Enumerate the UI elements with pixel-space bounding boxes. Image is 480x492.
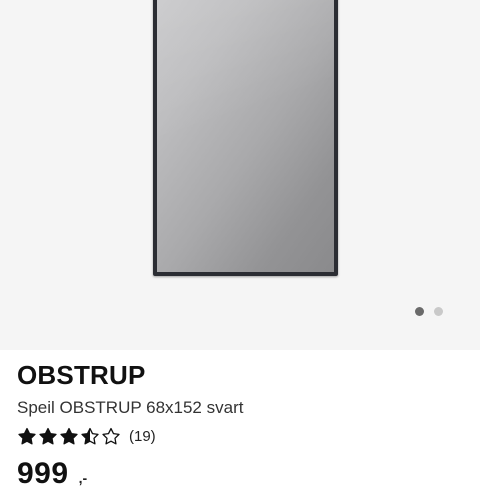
product-description: Speil OBSTRUP 68x152 svart [17, 398, 244, 417]
star-full-icon [39, 427, 57, 445]
product-price: 999 ,- [17, 456, 87, 492]
product-info: OBSTRUP Speil OBSTRUP 68x152 svart (19) [17, 358, 463, 448]
gallery-pagination-dots [415, 307, 443, 316]
product-image-gallery[interactable] [0, 0, 480, 350]
star-empty-icon [102, 427, 120, 445]
price-unit: ,- [78, 470, 88, 486]
rating-stars [17, 427, 121, 447]
star-half-icon [81, 427, 99, 445]
gallery-dot-1[interactable] [415, 307, 424, 316]
gallery-dot-2[interactable] [434, 307, 443, 316]
price-value: 999 [17, 457, 69, 490]
product-rating[interactable]: (19) [17, 426, 463, 448]
mirror-sheen [157, 0, 334, 272]
review-count[interactable]: (19) [129, 427, 156, 447]
star-full-icon [60, 427, 78, 445]
product-image-mirror [153, 0, 338, 276]
product-name: OBSTRUP [17, 360, 146, 390]
star-full-icon [18, 427, 36, 445]
